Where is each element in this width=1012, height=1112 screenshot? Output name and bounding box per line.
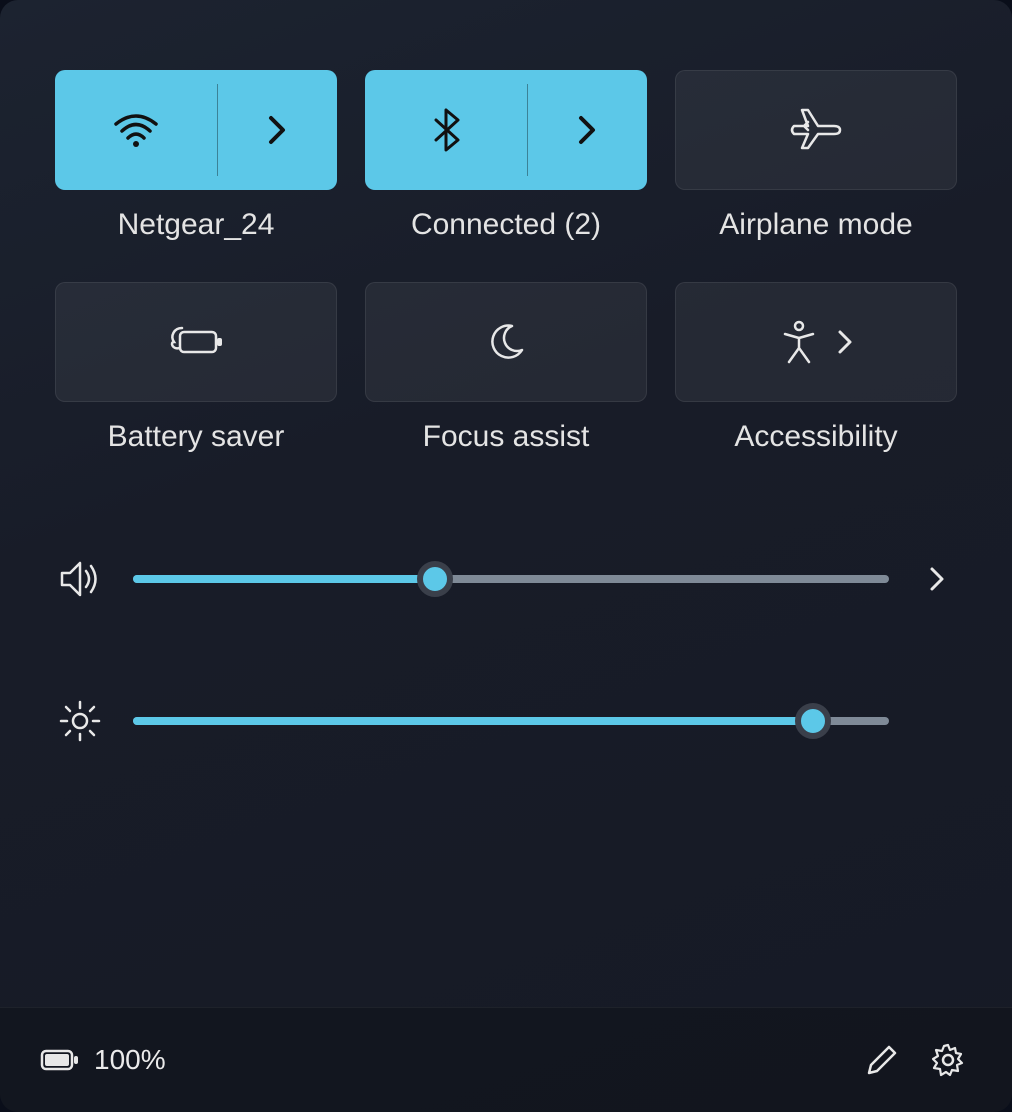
battery-saver-tile-group: Battery saver [55, 282, 337, 454]
battery-saver-label: Battery saver [108, 420, 285, 454]
volume-slider-thumb[interactable] [417, 561, 453, 597]
battery-status[interactable]: 100% [40, 1044, 166, 1076]
focus-assist-label: Focus assist [423, 420, 590, 454]
battery-icon [40, 1047, 80, 1073]
focus-assist-tile-group: Focus assist [365, 282, 647, 454]
wifi-label: Netgear_24 [118, 208, 275, 242]
volume-slider-fill [133, 575, 435, 583]
wifi-icon [113, 112, 159, 148]
quick-settings-panel: Netgear_24 [0, 0, 1012, 1112]
battery-saver-toggle-button[interactable] [55, 282, 337, 402]
chevron-right-icon [267, 114, 287, 146]
volume-icon[interactable] [55, 559, 105, 599]
battery-saver-icon [168, 324, 224, 360]
brightness-slider[interactable] [133, 701, 889, 741]
wifi-expand-button[interactable] [217, 70, 337, 190]
edit-button[interactable] [858, 1036, 906, 1084]
volume-slider-row [55, 559, 957, 599]
moon-icon [486, 322, 526, 362]
wifi-tile [55, 70, 337, 190]
wifi-toggle-button[interactable] [55, 70, 217, 190]
airplane-label: Airplane mode [719, 208, 912, 242]
bluetooth-tile-group: Connected (2) [365, 70, 647, 242]
chevron-right-icon [837, 329, 853, 355]
brightness-slider-fill [133, 717, 813, 725]
footer-bar: 100% [0, 1007, 1012, 1112]
volume-expand-button[interactable] [917, 565, 957, 593]
wifi-tile-group: Netgear_24 [55, 70, 337, 242]
focus-assist-toggle-button[interactable] [365, 282, 647, 402]
tiles-grid: Netgear_24 [55, 70, 957, 454]
bluetooth-label: Connected (2) [411, 208, 601, 242]
accessibility-icon [779, 320, 819, 364]
airplane-toggle-button[interactable] [675, 70, 957, 190]
pencil-icon [865, 1043, 899, 1077]
battery-percent-text: 100% [94, 1044, 166, 1076]
gear-icon [930, 1042, 966, 1078]
bluetooth-tile [365, 70, 647, 190]
bluetooth-toggle-button[interactable] [365, 70, 527, 190]
brightness-slider-row [55, 699, 957, 743]
chevron-right-icon [928, 565, 946, 593]
settings-button[interactable] [924, 1036, 972, 1084]
accessibility-toggle-button[interactable] [675, 282, 957, 402]
brightness-slider-thumb[interactable] [795, 703, 831, 739]
sliders-section [55, 559, 957, 743]
chevron-right-icon [577, 114, 597, 146]
volume-slider[interactable] [133, 559, 889, 599]
bluetooth-expand-button[interactable] [527, 70, 647, 190]
airplane-icon [790, 108, 842, 152]
accessibility-label: Accessibility [734, 420, 897, 454]
airplane-tile-group: Airplane mode [675, 70, 957, 242]
brightness-icon[interactable] [55, 699, 105, 743]
bluetooth-icon [432, 108, 460, 152]
accessibility-tile-group: Accessibility [675, 282, 957, 454]
